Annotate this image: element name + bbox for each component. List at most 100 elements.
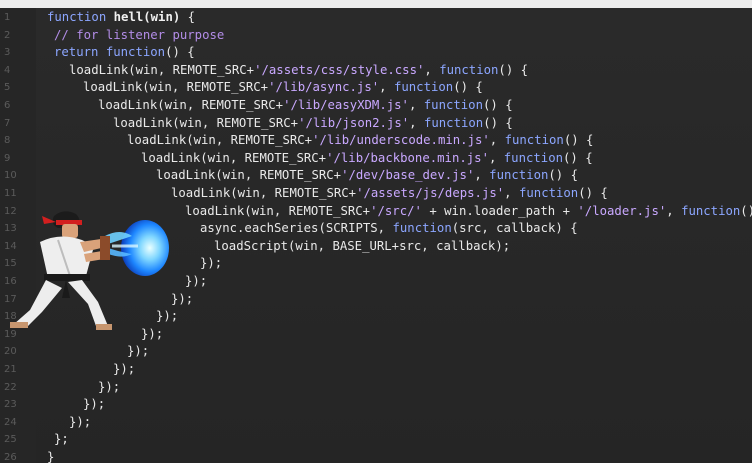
- code-text: loadLink(win, REMOTE_SRC+'/lib/backbone.…: [141, 150, 593, 168]
- line-number: 19: [4, 328, 17, 340]
- code-text: });: [113, 361, 135, 379]
- code-token: '/dev/base_dev.js': [341, 168, 475, 183]
- line-number: 1: [4, 12, 11, 23]
- code-token: });: [141, 326, 164, 341]
- code-text: });: [69, 414, 91, 432]
- code-token: () {: [453, 80, 483, 95]
- code-token: () {: [563, 150, 593, 165]
- code-token: loadLink(win, REMOTE_SRC+: [171, 186, 357, 200]
- line-number: 21: [4, 364, 17, 375]
- line-number: 6: [4, 100, 11, 111]
- code-text: });: [83, 396, 105, 414]
- code-token: });: [171, 291, 194, 306]
- code-text: loadLink(win, REMOTE_SRC+'/assets/js/dep…: [171, 185, 608, 203]
- line-number: 25: [4, 434, 17, 446]
- line-number: 17: [4, 293, 17, 305]
- line-number: 13: [4, 223, 17, 235]
- line-number: 16: [4, 276, 17, 287]
- code-token: ,: [379, 80, 394, 95]
- code-text: }: [47, 449, 54, 463]
- code-text: });: [185, 273, 207, 291]
- code-text: });: [98, 379, 120, 397]
- code-token: loadLink(win, REMOTE_SRC+: [83, 80, 269, 95]
- code-token: });: [200, 256, 223, 271]
- code-token: };: [54, 432, 69, 447]
- code-token: ,: [504, 186, 519, 200]
- code-token: });: [113, 362, 136, 376]
- code-editor[interactable]: 1 function hell(win) { 2 // for listener pu…: [0, 8, 752, 463]
- code-text: return function() {: [54, 44, 195, 62]
- line-number: 12: [4, 205, 17, 217]
- code-token: ,: [666, 203, 682, 218]
- window-top-strip: [0, 0, 752, 8]
- line-number: 7: [4, 117, 11, 129]
- code-token: });: [83, 397, 106, 412]
- line-number: 4: [4, 64, 11, 76]
- line-number: 11: [4, 188, 17, 199]
- code-token: '/assets/css/style.css': [254, 62, 425, 77]
- line-number: 15: [4, 258, 17, 270]
- code-token: function: [504, 133, 564, 148]
- code-token: loadLink(win, REMOTE_SRC+: [141, 150, 327, 165]
- code-text: loadScript(win, BASE_URL+src, callback);: [214, 238, 510, 256]
- code-text: loadLink(win, REMOTE_SRC+'/lib/easyXDM.j…: [98, 97, 513, 115]
- code-token: function: [423, 98, 483, 112]
- code-token: '/lib/backbone.min.js': [326, 150, 489, 165]
- code-token: '/loader.js': [577, 203, 667, 218]
- code-token: function: [47, 10, 107, 24]
- code-token: loadScript(win, BASE_URL+src, callback);: [214, 238, 511, 253]
- code-token: (src, callback) {: [451, 221, 578, 236]
- line-number: 23: [4, 399, 17, 411]
- line-number: 10: [4, 170, 17, 182]
- code-token: function: [393, 80, 454, 95]
- code-token: });: [127, 344, 150, 359]
- code-token: function: [518, 186, 579, 200]
- code-token: '/lib/async.js': [268, 80, 380, 95]
- code-token: (): [740, 203, 752, 218]
- code-token: '/lib/json2.js': [298, 115, 410, 130]
- code-token: });: [69, 414, 92, 429]
- line-number: 18: [4, 311, 17, 323]
- code-token: ,: [488, 150, 504, 165]
- code-token: return: [54, 45, 99, 60]
- code-token: () {: [165, 45, 195, 60]
- code-token: loadLink(win, REMOTE_SRC+: [156, 168, 342, 183]
- line-number: 26: [4, 452, 17, 463]
- line-number: 9: [4, 152, 11, 164]
- code-token: }: [47, 450, 55, 463]
- code-text: loadLink(win, REMOTE_SRC+'/lib/async.js'…: [83, 79, 483, 97]
- line-number: 3: [4, 47, 11, 59]
- code-text: });: [200, 255, 222, 273]
- code-text: });: [171, 291, 193, 309]
- code-token: '/src/': [370, 203, 422, 218]
- code-text: loadLink(win, REMOTE_SRC+'/lib/json2.js'…: [113, 115, 513, 133]
- code-token: {: [180, 10, 196, 24]
- code-token: () {: [563, 133, 594, 148]
- code-token: function: [681, 203, 741, 218]
- code-text: // for listener purpose: [54, 27, 224, 45]
- code-token: loadLink(win, REMOTE_SRC+: [113, 115, 299, 130]
- code-text: async.eachSeries(SCRIPTS, function(src, …: [200, 220, 578, 238]
- code-token: ,: [424, 62, 440, 77]
- code-token: ,: [489, 133, 505, 148]
- code-token: () {: [578, 186, 608, 200]
- code-token: ,: [474, 168, 490, 183]
- code-token: () {: [548, 168, 579, 183]
- code-token: '/assets/js/deps.js': [356, 186, 505, 200]
- code-text: loadLink(win, REMOTE_SRC+'/lib/underscod…: [127, 132, 593, 150]
- line-number: 2: [4, 29, 11, 41]
- code-text: loadLink(win, REMOTE_SRC+'/assets/css/st…: [69, 62, 528, 80]
- code-token: loadLink(win, REMOTE_SRC+: [185, 203, 371, 218]
- line-number: 24: [4, 416, 17, 428]
- code-text: });: [156, 308, 178, 326]
- code-token: () {: [483, 115, 513, 130]
- code-token: ,: [408, 98, 424, 112]
- code-token: });: [185, 274, 208, 288]
- code-text: function hell(win) {: [47, 9, 195, 27]
- code-token: function: [489, 168, 549, 183]
- code-token: });: [156, 309, 179, 324]
- code-text: };: [54, 431, 69, 449]
- code-token: function: [439, 62, 499, 77]
